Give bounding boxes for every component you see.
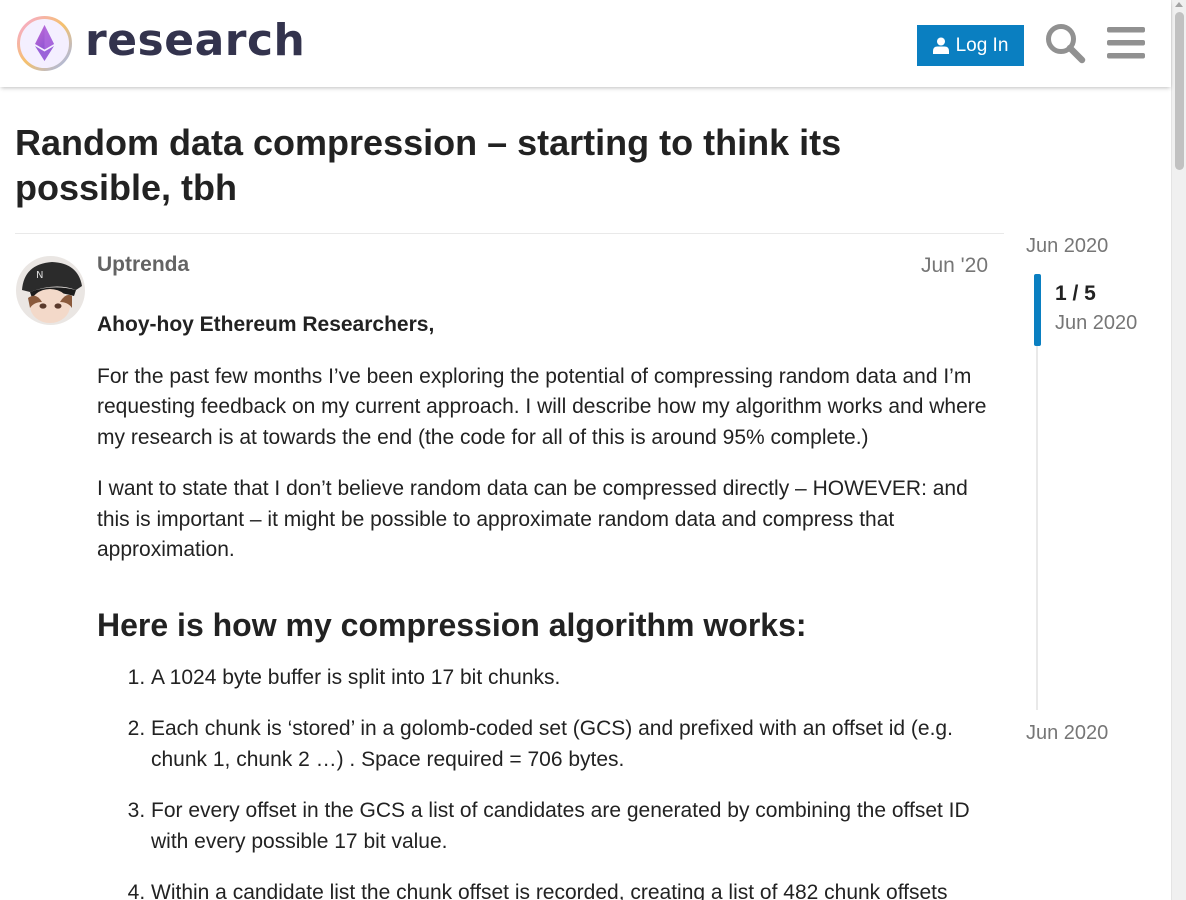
post-author[interactable]: Uptrenda	[97, 253, 189, 277]
login-button[interactable]: Log In	[917, 25, 1024, 66]
algorithm-steps-list: A 1024 byte buffer is split into 17 bit …	[97, 663, 997, 900]
avatar-image: N	[16, 256, 85, 325]
page-scrollbar[interactable]	[1171, 0, 1186, 900]
svg-text:N: N	[36, 270, 43, 281]
list-item: Within a candidate list the chunk offset…	[151, 878, 997, 900]
timeline-handle[interactable]	[1034, 274, 1041, 346]
ethereum-research-logo-icon	[17, 16, 72, 71]
timeline-position: 1 / 5	[1055, 282, 1096, 305]
list-item: A 1024 byte buffer is split into 17 bit …	[151, 663, 997, 694]
scroll-up-arrow-icon[interactable]	[1175, 2, 1183, 7]
post-date[interactable]: Jun '20	[921, 254, 988, 278]
post-paragraph: I want to state that I don’t believe ran…	[97, 477, 968, 561]
login-label: Log In	[955, 34, 1009, 56]
site-header: research Log In	[0, 0, 1171, 87]
hamburger-menu-icon	[1107, 27, 1145, 59]
post-heading: Here is how my compression algorithm wor…	[97, 606, 807, 643]
topic-title[interactable]: Random data compression – starting to th…	[15, 120, 975, 210]
timeline-end-date[interactable]: Jun 2020	[1026, 722, 1108, 745]
site-logo[interactable]: research	[16, 15, 305, 72]
hamburger-menu-button[interactable]	[1107, 25, 1145, 61]
author-avatar[interactable]: N	[16, 256, 85, 325]
post-greeting: Ahoy-hoy Ethereum Researchers,	[97, 313, 435, 336]
search-button[interactable]	[1044, 22, 1086, 64]
list-item: Each chunk is ‘stored’ in a golomb-coded…	[151, 714, 997, 775]
search-icon	[1046, 24, 1086, 64]
post-paragraph: For the past few months I’ve been explor…	[97, 364, 987, 449]
user-icon	[932, 37, 949, 54]
scroll-thumb[interactable]	[1175, 12, 1184, 170]
site-name: research	[85, 14, 306, 66]
post-body: Ahoy-hoy Ethereum Researchers, For the p…	[97, 310, 997, 900]
title-divider	[15, 233, 1004, 234]
list-item: For every offset in the GCS a list of ca…	[151, 796, 997, 857]
timeline-current-date: Jun 2020	[1055, 312, 1138, 334]
timeline-start-date[interactable]: Jun 2020	[1026, 235, 1108, 258]
